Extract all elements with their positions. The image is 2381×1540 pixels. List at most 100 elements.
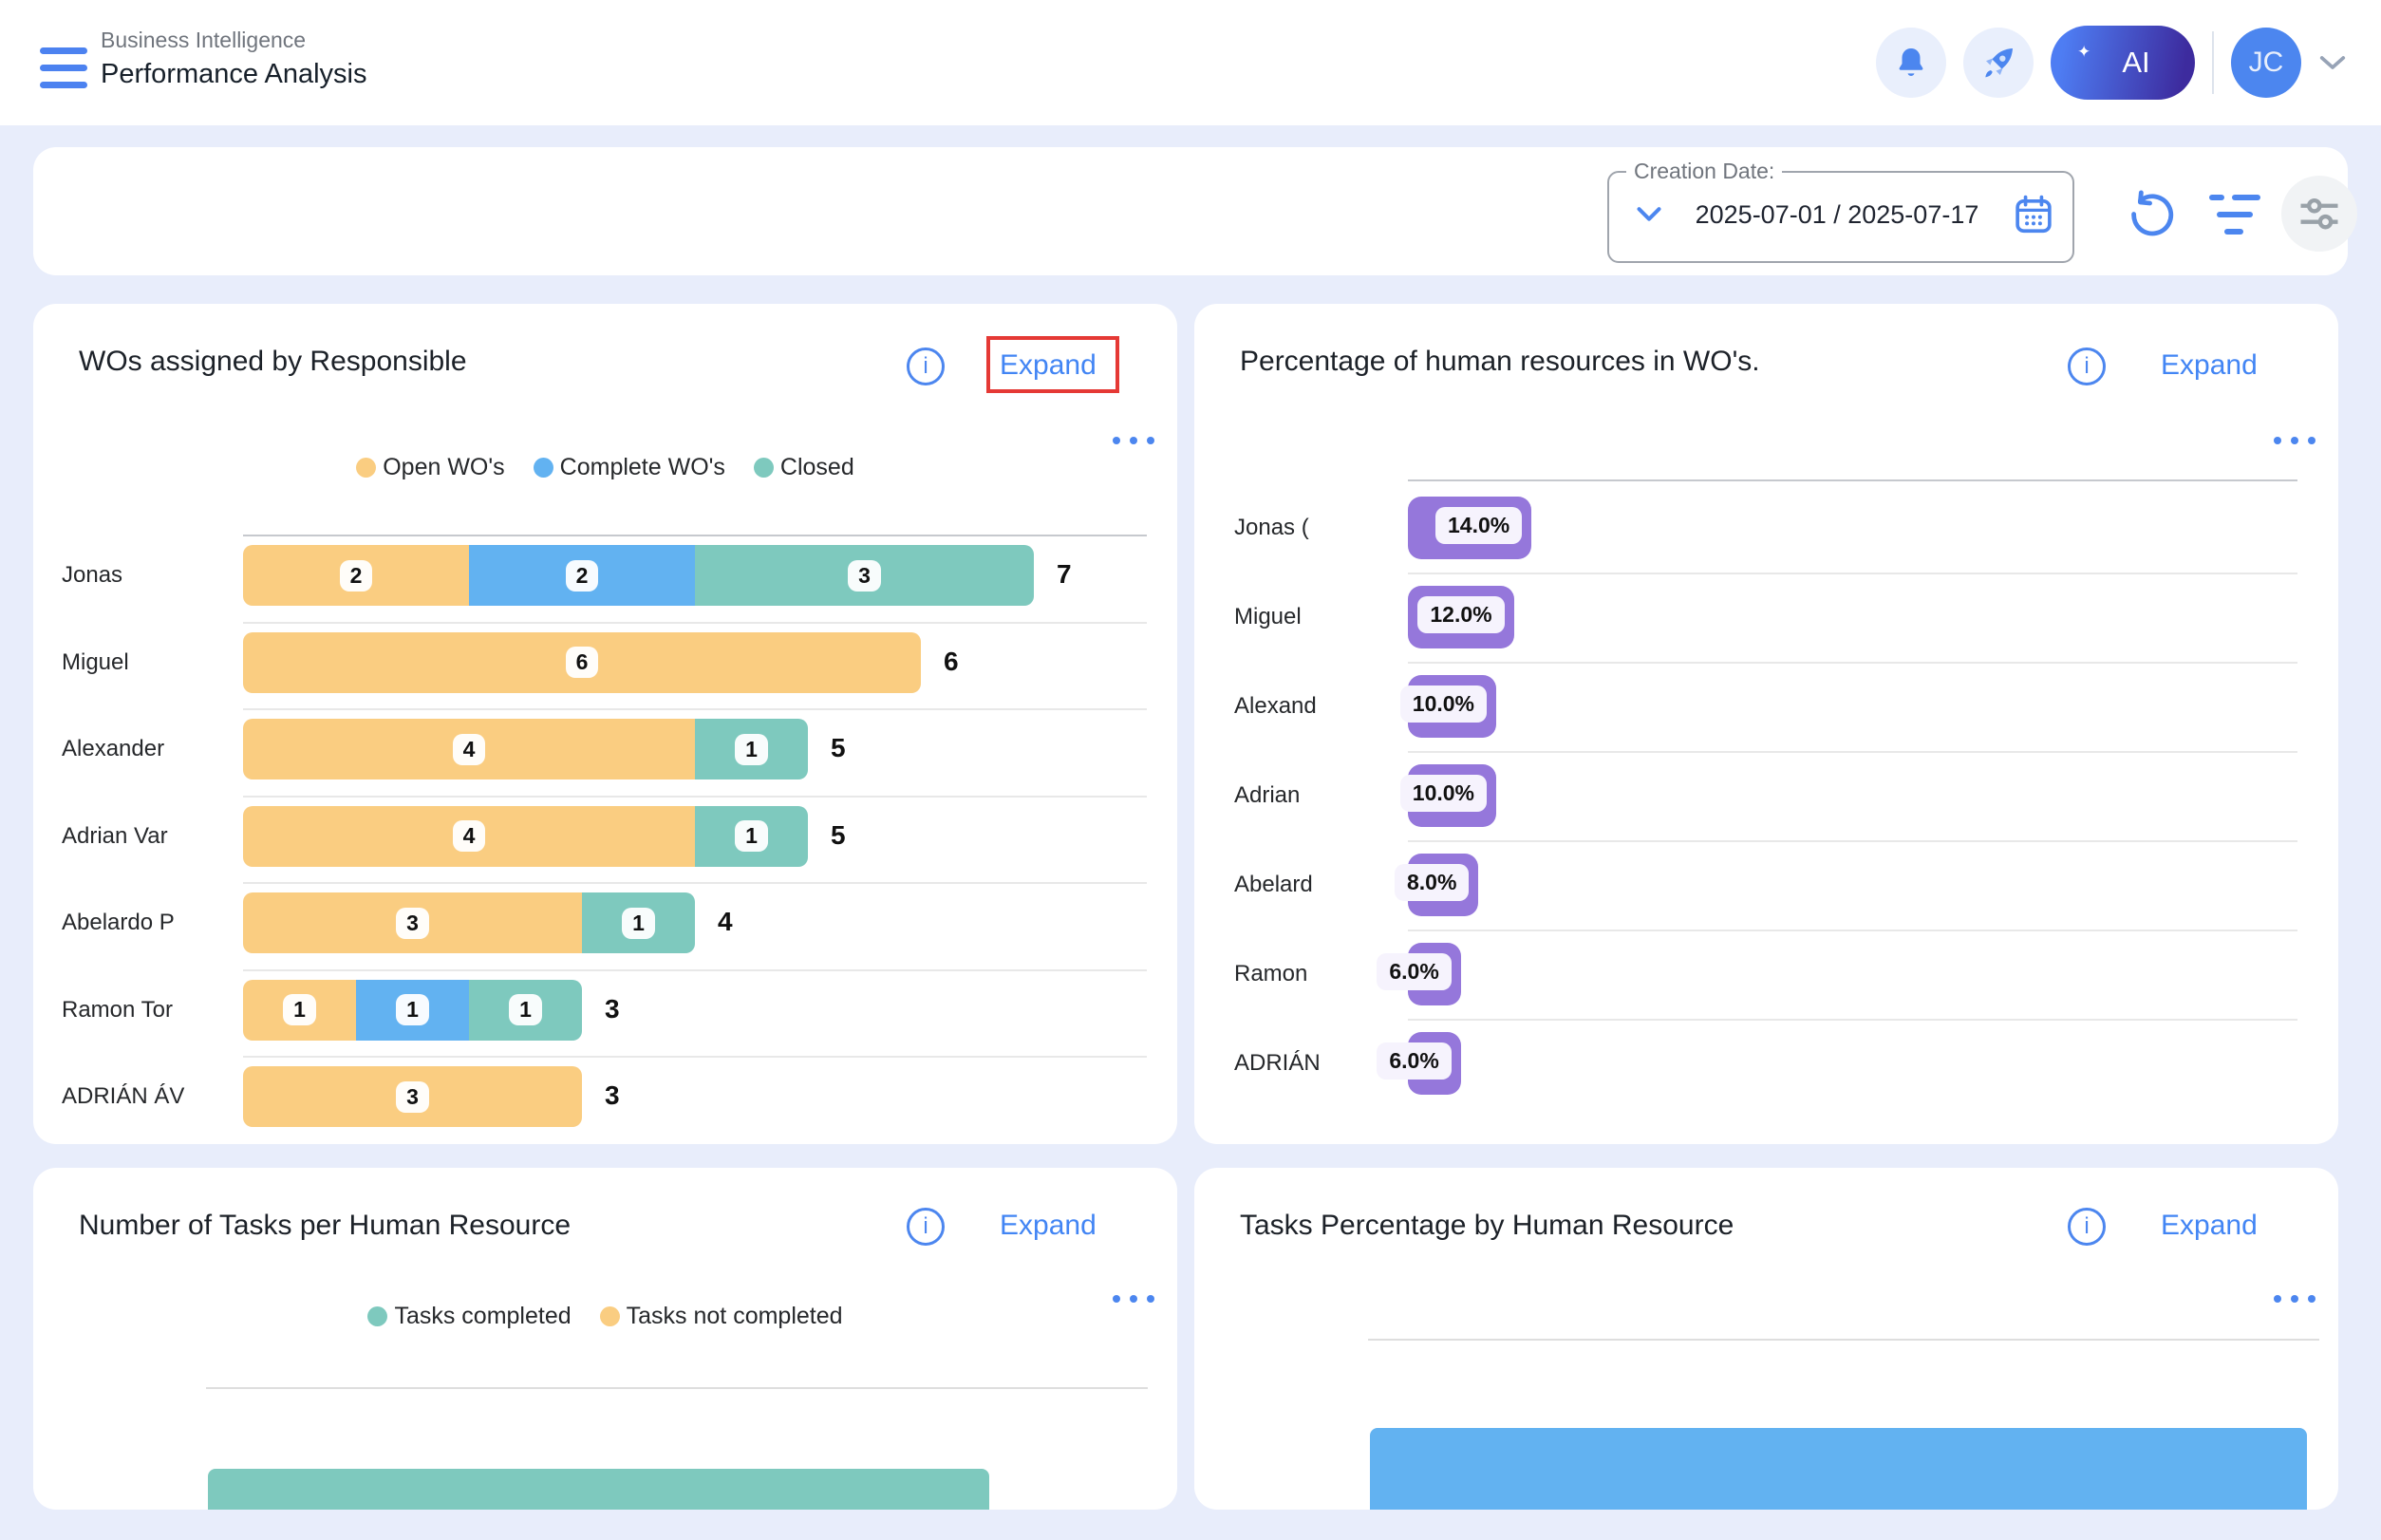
chevron-down-icon[interactable] <box>2318 53 2347 72</box>
legend-item[interactable]: Complete WO's <box>534 454 725 481</box>
row-separator <box>1408 751 2297 753</box>
segment-value-label: 1 <box>735 734 768 765</box>
legend-item[interactable]: Open WO's <box>356 454 504 481</box>
row-separator <box>1408 1019 2297 1021</box>
panel-menu-button[interactable] <box>2274 1295 2317 1303</box>
topbar-actions: ✦ AI JC <box>1876 25 2347 101</box>
filter-button[interactable]: 1 <box>2209 187 2266 244</box>
category-label: Adrian Var <box>62 823 238 850</box>
bar-segment-closed[interactable]: 1 <box>695 719 808 779</box>
refresh-button[interactable] <box>2120 185 2183 248</box>
rocket-icon <box>1979 44 2017 82</box>
panel-menu-button[interactable] <box>1113 1295 1156 1303</box>
legend-dot-icon <box>600 1306 620 1326</box>
bar-total-label: 3 <box>605 994 620 1024</box>
user-avatar[interactable]: JC <box>2231 28 2301 98</box>
segment-value-label: 1 <box>735 820 768 852</box>
bar-segment-open[interactable]: 1 <box>243 980 356 1041</box>
creation-date-value: 2025-07-01 / 2025-07-17 <box>1681 200 1993 230</box>
bar-segment-closed[interactable]: 1 <box>695 806 808 867</box>
segment-value-label: 2 <box>340 560 373 592</box>
bar-total-label: 4 <box>718 907 733 937</box>
gridline <box>206 1387 1148 1389</box>
calendar-icon[interactable] <box>2012 193 2055 236</box>
expand-button[interactable]: Expand <box>2161 1210 2258 1242</box>
bar-segment-open[interactable]: 3 <box>243 892 582 953</box>
ai-label: AI <box>2122 46 2149 80</box>
bar-segment-closed[interactable]: 3 <box>695 545 1034 606</box>
legend-label: Tasks not completed <box>627 1303 843 1330</box>
page-title: Performance Analysis <box>101 55 366 93</box>
chart-top-axis <box>243 535 1147 536</box>
panel-title: Tasks Percentage by Human Resource <box>1240 1210 1734 1242</box>
row-separator <box>243 882 1147 884</box>
bar-value-label: 10.0% <box>1400 775 1487 812</box>
legend-item[interactable]: Closed <box>754 454 854 481</box>
chart-legend: Open WO's Complete WO's Closed <box>33 454 1177 481</box>
stacked-bar[interactable]: 41 <box>243 719 808 779</box>
filter-lines-icon <box>2209 195 2224 200</box>
bar-segment-complete[interactable]: 1 <box>356 980 469 1041</box>
panel-title: Number of Tasks per Human Resource <box>79 1210 571 1242</box>
tasks-completed-bar[interactable] <box>208 1469 989 1510</box>
chart-settings-button[interactable] <box>2281 176 2357 252</box>
legend-item[interactable]: Tasks completed <box>367 1303 571 1330</box>
bar-segment-complete[interactable]: 2 <box>469 545 695 606</box>
stacked-bar[interactable]: 31 <box>243 892 695 953</box>
bar-value-label: 6.0% <box>1377 1042 1451 1080</box>
expand-button[interactable]: Expand <box>2161 349 2258 382</box>
segment-value-label: 4 <box>453 734 486 765</box>
panel-hr-percentage: Percentage of human resources in WO's. i… <box>1194 304 2338 1144</box>
legend-item[interactable]: Tasks not completed <box>600 1303 843 1330</box>
bar-segment-open[interactable]: 4 <box>243 806 695 867</box>
category-label: Miguel <box>62 649 238 676</box>
bar-value-label: 8.0% <box>1395 864 1469 901</box>
breadcrumb: Business Intelligence <box>101 25 366 55</box>
ai-assistant-button[interactable]: ✦ AI <box>2051 26 2195 100</box>
stacked-bar[interactable]: 111 <box>243 980 582 1041</box>
hamburger-menu-icon[interactable] <box>40 47 87 91</box>
category-label: Alexand <box>1234 693 1403 720</box>
gridline <box>1368 1339 2319 1341</box>
segment-value-label: 3 <box>396 1081 429 1113</box>
panel-tasks-percentage: Tasks Percentage by Human Resource i Exp… <box>1194 1168 2338 1510</box>
bar-segment-open[interactable]: 2 <box>243 545 469 606</box>
expand-button[interactable]: Expand <box>1000 1210 1097 1242</box>
category-label: Adrian <box>1234 782 1403 809</box>
sliders-icon <box>2295 189 2344 238</box>
bar-value-label: 12.0% <box>1417 596 1504 633</box>
row-separator <box>1408 662 2297 664</box>
stacked-bar[interactable]: 223 <box>243 545 1034 606</box>
bar-segment-open[interactable]: 4 <box>243 719 695 779</box>
segment-value-label: 1 <box>283 994 316 1025</box>
bar-total-label: 5 <box>831 820 846 851</box>
info-icon[interactable]: i <box>907 347 945 385</box>
chevron-down-icon[interactable] <box>1636 206 1662 223</box>
info-icon[interactable]: i <box>2068 1208 2106 1246</box>
category-label: Jonas ( <box>1234 515 1403 541</box>
panel-menu-button[interactable] <box>2274 437 2317 444</box>
top-bar: Business Intelligence Performance Analys… <box>0 0 2381 125</box>
bar-segment-open[interactable]: 3 <box>243 1066 582 1127</box>
bar-segment-closed[interactable]: 1 <box>469 980 582 1041</box>
legend-label: Tasks completed <box>394 1303 571 1330</box>
row-separator <box>243 622 1147 624</box>
bar-segment-open[interactable]: 6 <box>243 632 921 693</box>
stacked-bar[interactable]: 3 <box>243 1066 582 1127</box>
stacked-bar[interactable]: 41 <box>243 806 808 867</box>
info-icon[interactable]: i <box>2068 347 2106 385</box>
panel-menu-button[interactable] <box>1113 437 1156 444</box>
tasks-percentage-bar[interactable] <box>1370 1428 2307 1510</box>
segment-value-label: 3 <box>396 908 429 939</box>
bar-value-label: 10.0% <box>1400 685 1487 723</box>
legend-label: Open WO's <box>383 454 504 481</box>
launch-button[interactable] <box>1963 28 2034 98</box>
category-label: ADRIÁN ÁV <box>62 1083 238 1110</box>
info-icon[interactable]: i <box>907 1208 945 1246</box>
refresh-icon <box>2124 189 2179 244</box>
stacked-bar[interactable]: 6 <box>243 632 921 693</box>
category-label: Miguel <box>1234 604 1403 630</box>
notifications-button[interactable] <box>1876 28 1946 98</box>
bar-segment-closed[interactable]: 1 <box>582 892 695 953</box>
creation-date-field[interactable]: Creation Date: 2025-07-01 / 2025-07-17 <box>1607 159 2074 263</box>
